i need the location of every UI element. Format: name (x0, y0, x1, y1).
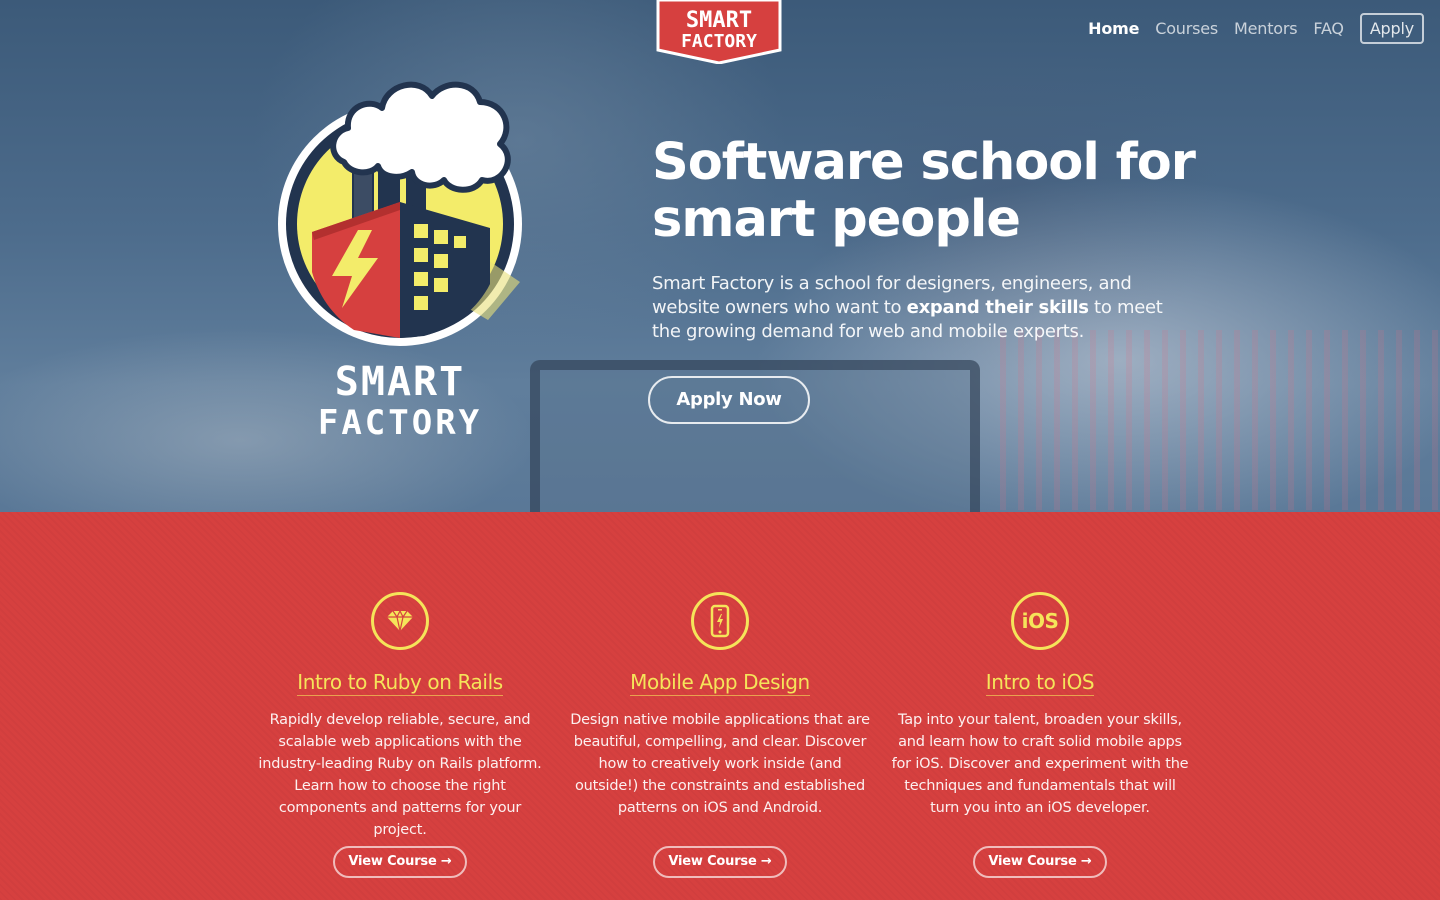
view-course-button-ios[interactable]: View Course → (973, 846, 1107, 878)
nav-faq[interactable]: FAQ (1313, 19, 1344, 38)
nav-home[interactable]: Home (1088, 19, 1139, 38)
logo-tab-line2: FACTORY (681, 31, 757, 52)
main-nav: Home Courses Mentors FAQ Apply (1088, 12, 1424, 44)
course-description: Design native mobile applications that a… (570, 712, 870, 816)
header-logo[interactable]: SMART FACTORY (656, 0, 782, 64)
course-title[interactable]: Intro to Ruby on Rails (250, 669, 550, 696)
brand-wordmark-line2: FACTORY (317, 403, 483, 443)
course-card-rails: Intro to Ruby on Rails Rapidly develop r… (250, 592, 550, 841)
page-headline: Software school for smart people (652, 133, 1196, 249)
nav-courses[interactable]: Courses (1155, 19, 1218, 38)
factory-emblem (274, 62, 528, 354)
course-description: Rapidly develop reliable, secure, and sc… (258, 712, 542, 838)
course-icon-ring: iOS (1011, 592, 1069, 650)
brand-wordmark-line1: SMART (334, 359, 466, 405)
factory-logo-icon (278, 81, 522, 346)
logo-tab-line1: SMART (686, 8, 752, 33)
course-title[interactable]: Intro to iOS (890, 669, 1190, 696)
view-course-button-rails[interactable]: View Course → (333, 846, 467, 878)
course-icon-ring (371, 592, 429, 650)
diamond-icon (387, 610, 413, 632)
background-pattern (1000, 330, 1440, 510)
brand-wordmark: SMART FACTORY (300, 362, 500, 440)
course-description: Tap into your talent, broaden your skill… (891, 712, 1189, 816)
course-icon-ring (691, 592, 749, 650)
logo-badge-icon: SMART FACTORY (656, 0, 782, 64)
nav-apply-button[interactable]: Apply (1359, 12, 1424, 44)
courses-section: Intro to Ruby on Rails Rapidly develop r… (0, 512, 1440, 900)
hero-intro: Smart Factory is a school for designers,… (652, 272, 1192, 344)
course-title-link[interactable]: Mobile App Design (630, 670, 810, 696)
course-card-ios: iOS Intro to iOS Tap into your talent, b… (890, 592, 1190, 819)
course-title-link[interactable]: Intro to Ruby on Rails (297, 670, 503, 696)
nav-mentors[interactable]: Mentors (1234, 19, 1298, 38)
hero-section: SMART FACTORY Home Courses Mentors FAQ A… (0, 0, 1440, 512)
mobile-phone-icon (710, 604, 730, 638)
course-title-link[interactable]: Intro to iOS (985, 670, 1095, 696)
apply-now-button[interactable]: Apply Now (648, 376, 810, 424)
view-course-button-mobile-design[interactable]: View Course → (653, 846, 787, 878)
ios-icon: iOS (1021, 609, 1059, 633)
intro-emphasis: expand their skills (906, 297, 1089, 318)
course-card-mobile-design: Mobile App Design Design native mobile a… (570, 592, 870, 819)
course-title[interactable]: Mobile App Design (570, 669, 870, 696)
